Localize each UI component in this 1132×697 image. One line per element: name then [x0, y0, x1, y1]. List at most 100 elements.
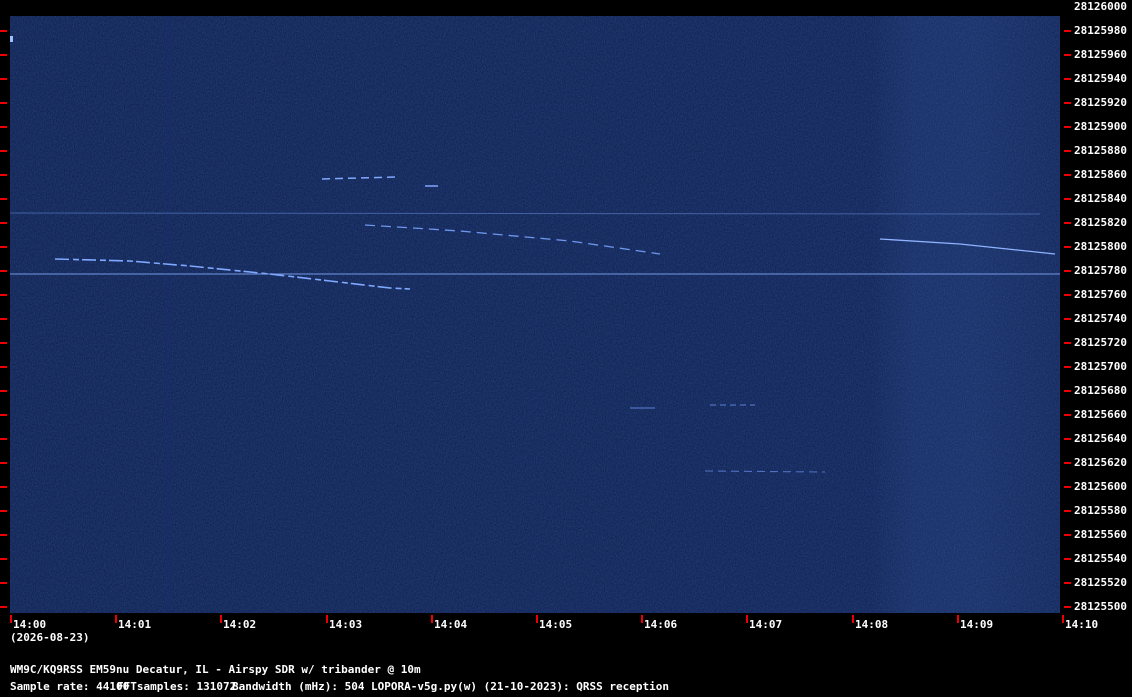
frequency-tick-mark-left: [0, 318, 7, 320]
date-label: (2026-08-23): [10, 631, 90, 644]
station-info: WM9C/KQ9RSS EM59nu Decatur, IL - Airspy …: [10, 663, 421, 676]
time-tick-label: 14:02: [223, 618, 257, 631]
frequency-tick-mark-right: [1064, 246, 1071, 248]
signal-spot: [10, 36, 13, 42]
frequency-tick-label: 28125520: [1074, 576, 1127, 589]
frequency-tick-label: 28125760: [1074, 288, 1127, 301]
frequency-tick-mark-right: [1064, 54, 1071, 56]
frequency-tick-label: 28125640: [1074, 432, 1127, 445]
frequency-tick-label: 28125940: [1074, 72, 1127, 85]
frequency-tick-mark-right: [1064, 126, 1071, 128]
frequency-tick-mark-left: [0, 414, 7, 416]
frequency-tick-mark-right: [1064, 342, 1071, 344]
frequency-tick-mark-left: [0, 342, 7, 344]
frequency-tick-mark-left: [0, 174, 7, 176]
frequency-tick-label: 28125800: [1074, 240, 1127, 253]
frequency-tick-mark-left: [0, 150, 7, 152]
frequency-tick-mark-left: [0, 606, 7, 608]
frequency-tick-label: 28125820: [1074, 216, 1127, 229]
frequency-tick-label: 28125600: [1074, 480, 1127, 493]
frequency-tick-mark-left: [0, 270, 7, 272]
frequency-tick-mark-left: [0, 30, 7, 32]
frequency-tick-mark-left: [0, 102, 7, 104]
frequency-tick-mark-right: [1064, 510, 1071, 512]
time-tick-mark: [852, 615, 854, 623]
frequency-tick-label: 28125860: [1074, 168, 1127, 181]
frequency-tick-mark-right: [1064, 582, 1071, 584]
frequency-tick-mark-right: [1064, 390, 1071, 392]
frequency-tick-mark-left: [0, 438, 7, 440]
time-tick-mark: [536, 615, 538, 623]
frequency-tick-mark-right: [1064, 174, 1071, 176]
frequency-tick-label: 28125620: [1074, 456, 1127, 469]
time-tick-label: 14:00: [13, 618, 47, 631]
time-tick-mark: [431, 615, 433, 623]
frequency-tick-mark-left: [0, 462, 7, 464]
frequency-tick-mark-left: [0, 78, 7, 80]
frequency-tick-label: 28125560: [1074, 528, 1127, 541]
frequency-tick-label: 28125920: [1074, 96, 1127, 109]
frequency-tick-mark-left: [0, 366, 7, 368]
frequency-tick-mark-right: [1064, 198, 1071, 200]
frequency-tick-label: 28125700: [1074, 360, 1127, 373]
frequency-tick-mark-right: [1064, 486, 1071, 488]
frequency-tick-label: 28125720: [1074, 336, 1127, 349]
frequency-tick-label: 28126000: [1074, 0, 1127, 13]
software-info: LOPORA-v5g.py(w) (21-10-2023): QRSS rece…: [371, 680, 670, 693]
frequency-tick-mark-left: [0, 486, 7, 488]
frequency-tick-label: 28125880: [1074, 144, 1127, 157]
frequency-tick-mark-left: [0, 534, 7, 536]
time-tick-mark: [10, 615, 12, 623]
time-tick-label: 14:05: [539, 618, 573, 631]
frequency-tick-mark-left: [0, 510, 7, 512]
frequency-tick-label: 28125980: [1074, 24, 1127, 37]
frequency-tick-mark-right: [1064, 366, 1071, 368]
frequency-tick-mark-left: [0, 246, 7, 248]
frequency-tick-label: 28125960: [1074, 48, 1127, 61]
frequency-tick-mark-right: [1064, 30, 1071, 32]
time-tick-mark: [957, 615, 959, 623]
frequency-tick-mark-right: [1064, 294, 1071, 296]
time-tick-mark: [326, 615, 328, 623]
frequency-tick-mark-right: [1064, 462, 1071, 464]
frequency-tick-mark-right: [1064, 102, 1071, 104]
sample-rate: Sample rate: 44100: [10, 680, 130, 693]
frequency-tick-mark-right: [1064, 270, 1071, 272]
frequency-tick-label: 28125580: [1074, 504, 1127, 517]
frequency-tick-mark-right: [1064, 78, 1071, 80]
time-tick-label: 14:09: [960, 618, 994, 631]
frequency-tick-mark-left: [0, 558, 7, 560]
time-tick-label: 14:07: [749, 618, 783, 631]
frequency-tick-mark-left: [0, 294, 7, 296]
frequency-tick-mark-right: [1064, 438, 1071, 440]
spectrogram-waterfall: [10, 16, 1060, 613]
time-tick-label: 14:10: [1065, 618, 1099, 631]
frequency-tick-label: 28125740: [1074, 312, 1127, 325]
time-tick-label: 14:08: [855, 618, 889, 631]
frequency-tick-label: 28125500: [1074, 600, 1127, 613]
time-tick-mark: [1062, 615, 1064, 623]
frequency-tick-mark-right: [1064, 534, 1071, 536]
frequency-tick-label: 28125660: [1074, 408, 1127, 421]
time-tick-mark: [746, 615, 748, 623]
noise-column: [166, 16, 172, 613]
frequency-tick-mark-right: [1064, 606, 1071, 608]
frequency-tick-label: 28125540: [1074, 552, 1127, 565]
frequency-tick-mark-left: [0, 198, 7, 200]
frequency-tick-mark-right: [1064, 414, 1071, 416]
frequency-tick-label: 28125780: [1074, 264, 1127, 277]
fft-samples: FFTsamples: 131072: [117, 680, 237, 693]
frequency-tick-mark-left: [0, 54, 7, 56]
time-tick-label: 14:06: [644, 618, 678, 631]
frequency-tick-mark-left: [0, 222, 7, 224]
frequency-tick-mark-left: [0, 126, 7, 128]
time-tick-mark: [641, 615, 643, 623]
frequency-tick-mark-left: [0, 582, 7, 584]
time-tick-label: 14:03: [329, 618, 363, 631]
time-tick-label: 14:04: [434, 618, 468, 631]
frequency-tick-label: 28125900: [1074, 120, 1127, 133]
bandwidth: Bandwidth (mHz): 504: [232, 680, 365, 693]
frequency-tick-label: 28125680: [1074, 384, 1127, 397]
frequency-tick-mark-right: [1064, 558, 1071, 560]
time-tick-label: 14:01: [118, 618, 152, 631]
